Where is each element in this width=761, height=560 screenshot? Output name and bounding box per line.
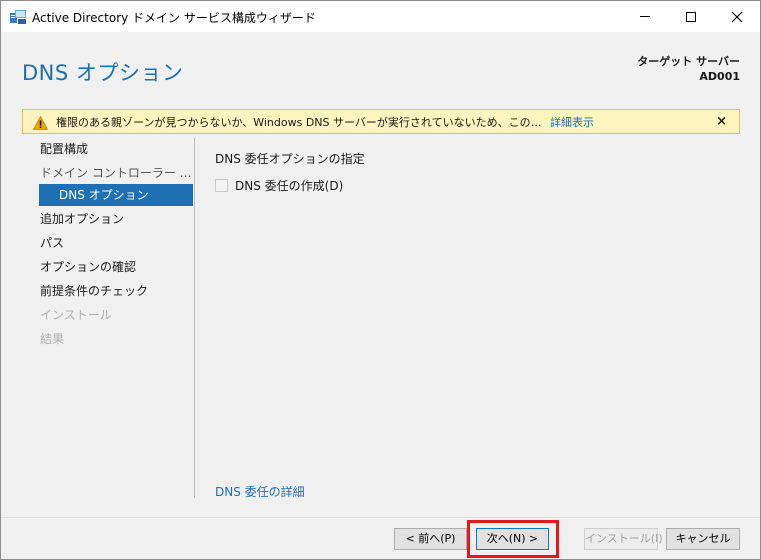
target-server-name: AD001 [699, 70, 740, 83]
nav-item-deployment-config[interactable]: 配置構成 [22, 138, 193, 160]
minimize-button[interactable] [622, 1, 668, 32]
show-details-link[interactable]: 詳細表示 [550, 114, 594, 130]
content-pane: DNS 委任オプションの指定 DNS 委任の作成(D) [215, 150, 365, 193]
nav-item-prerequisites-check[interactable]: 前提条件のチェック [22, 280, 193, 302]
warning-bar: 権限のある親ゾーンが見つからないか、Windows DNS サーバーが実行されて… [22, 109, 740, 134]
next-button-highlight [467, 520, 559, 558]
create-dns-delegation-checkbox [215, 179, 228, 192]
create-dns-delegation-label: DNS 委任の作成(D) [235, 179, 344, 193]
maximize-icon [686, 11, 696, 22]
dns-delegation-details-link[interactable]: DNS 委任の詳細 [215, 483, 305, 500]
nav-item-dc-options[interactable]: ドメイン コントローラー オプション [22, 162, 193, 184]
server-manager-icon [10, 9, 26, 24]
wizard-nav: 配置構成 ドメイン コントローラー オプション DNS オプション 追加オプショ… [22, 138, 194, 498]
window-title: Active Directory ドメイン サービス構成ウィザード [32, 11, 316, 25]
nav-divider [194, 138, 195, 498]
install-button: インストール(I) [584, 528, 663, 550]
target-server-label: ターゲット サーバー [637, 55, 740, 68]
minimize-icon [640, 16, 650, 17]
nav-item-results: 結果 [40, 332, 65, 346]
section-heading: DNS 委任オプションの指定 [215, 152, 365, 166]
title-bar[interactable]: Active Directory ドメイン サービス構成ウィザード [1, 1, 760, 32]
nav-item-review-options[interactable]: オプションの確認 [22, 256, 193, 278]
back-button[interactable]: < 前へ(P) [394, 528, 467, 550]
nav-item-additional-options[interactable]: 追加オプション [22, 208, 193, 230]
maximize-button[interactable] [668, 1, 714, 32]
nav-item-installation: インストール [40, 308, 112, 322]
close-icon [731, 11, 743, 22]
dns-delegation-option: DNS 委任の作成(D) [215, 177, 343, 194]
nav-item-dns-options[interactable]: DNS オプション [39, 184, 193, 206]
wizard-header: DNS オプション ターゲット サーバー AD001 [1, 32, 760, 106]
wizard-window: Active Directory ドメイン サービス構成ウィザード DNS オプ… [0, 0, 761, 560]
cancel-button[interactable]: キャンセル [666, 528, 740, 550]
close-button[interactable] [714, 1, 760, 32]
page-title: DNS オプション [22, 61, 184, 85]
dismiss-warning-button[interactable]: × [716, 114, 727, 129]
footer-divider [1, 517, 760, 518]
warning-icon [32, 115, 49, 130]
warning-message: 権限のある親ゾーンが見つからないか、Windows DNS サーバーが実行されて… [56, 115, 544, 129]
nav-item-paths[interactable]: パス [22, 232, 193, 254]
